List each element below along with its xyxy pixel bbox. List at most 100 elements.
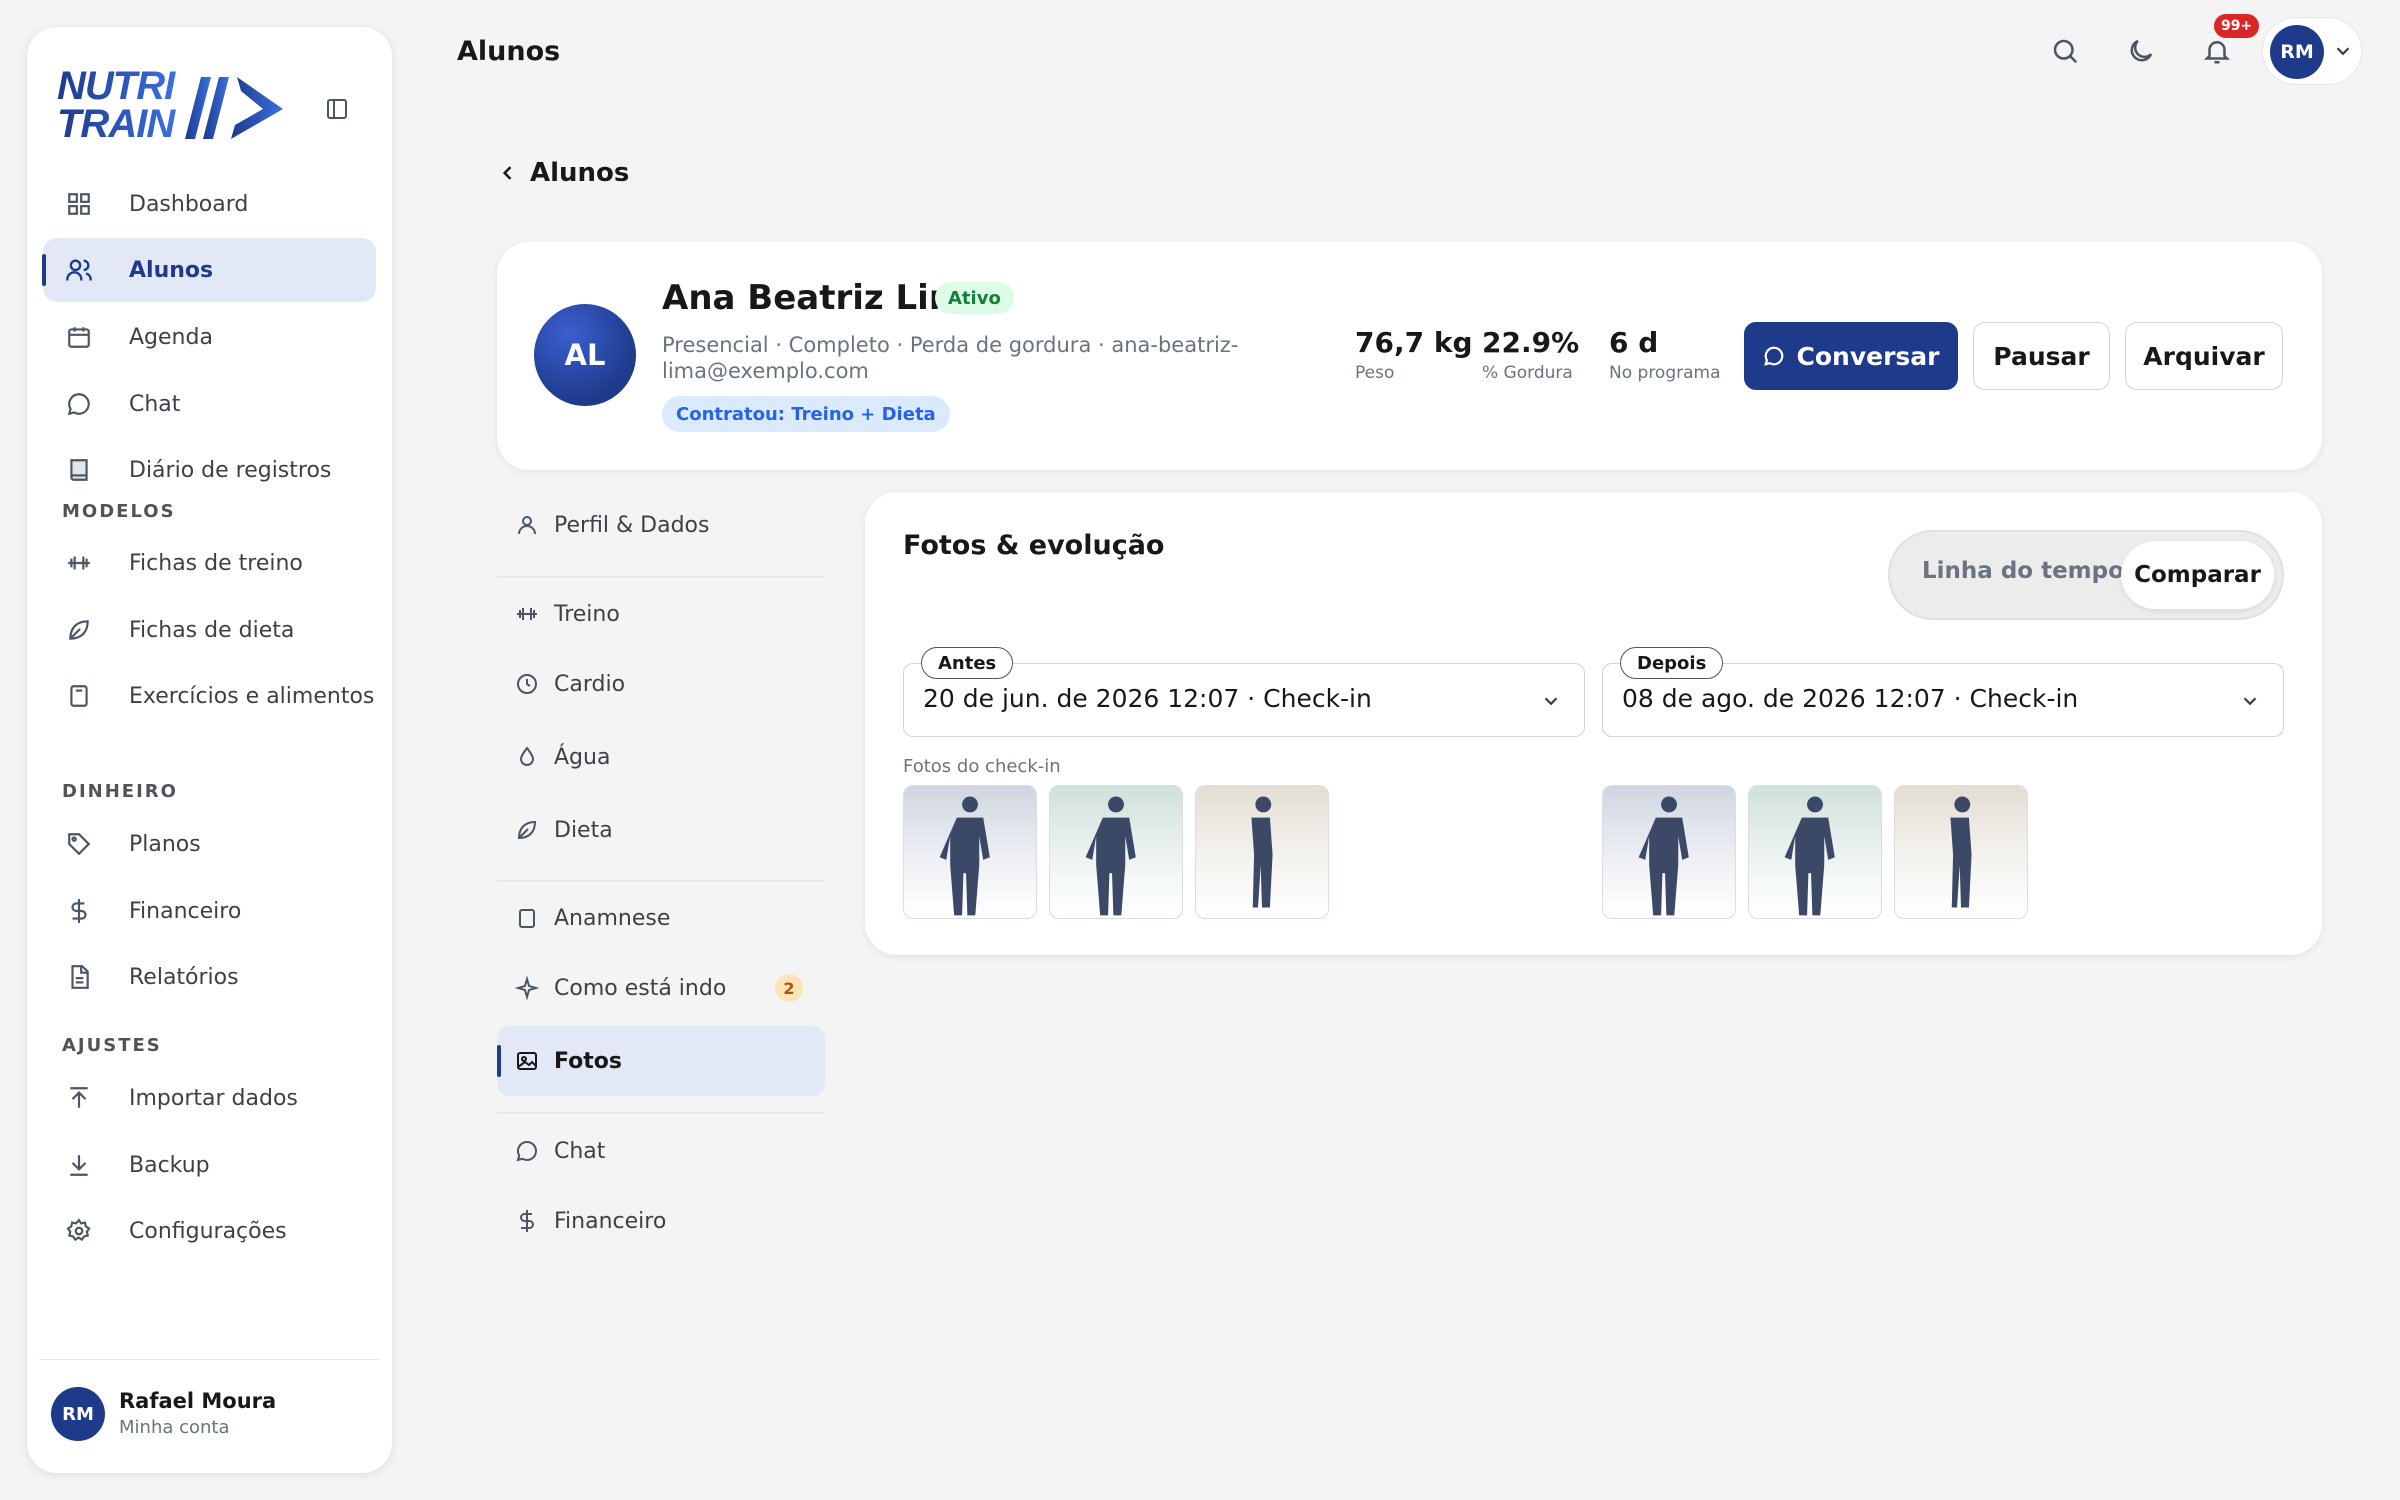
dollar-icon [515, 1209, 539, 1233]
pause-button[interactable]: Pausar [1973, 322, 2110, 390]
sidebar-item-importar[interactable]: Importar dados [43, 1066, 376, 1130]
sidebar-item-label: Dashboard [129, 191, 249, 217]
dumbbell-icon [515, 602, 539, 626]
sidebar-toggle-icon[interactable] [325, 97, 349, 121]
sidebar-item-label: Exercícios e alimentos [129, 683, 375, 709]
chevron-down-icon [2332, 40, 2354, 62]
clipboard-icon [64, 681, 94, 711]
tab-dieta[interactable]: Dieta [497, 795, 825, 865]
clock-icon [515, 672, 539, 696]
sidebar-item-label: Fichas de dieta [129, 617, 295, 643]
before-photo-side[interactable] [1195, 785, 1329, 919]
sidebar-item-fichas-treino[interactable]: Fichas de treino [43, 531, 376, 595]
stat-weight: 76,7 kg Peso [1355, 326, 1473, 383]
dumbbell-icon [64, 548, 94, 578]
moon-icon[interactable] [2126, 36, 2158, 68]
tab-label: Anamnese [554, 905, 671, 931]
timeline-toggle[interactable]: Linha do tempo [1922, 558, 2124, 584]
nutritrain-logo[interactable]: NUTRI TRAIN [51, 47, 311, 147]
tab-perfil[interactable]: Perfil & Dados [497, 490, 825, 560]
divider [497, 1112, 825, 1114]
sidebar-item-label: Configurações [129, 1218, 287, 1244]
after-photo-front[interactable] [1602, 785, 1736, 919]
user-icon [515, 513, 539, 537]
select-value: 08 de ago. de 2026 12:07 · Check-in [1622, 684, 2079, 713]
tab-financeiro[interactable]: Financeiro [497, 1186, 825, 1256]
sidebar-item-label: Agenda [129, 324, 213, 350]
tab-label: Chat [554, 1138, 606, 1164]
tab-anamnese[interactable]: Anamnese [497, 883, 825, 953]
account-menu-button[interactable]: RM [2262, 17, 2362, 85]
chat-icon [515, 1139, 539, 1163]
sidebar-item-label: Chat [129, 391, 181, 417]
sidebar-footer-divider [39, 1359, 379, 1360]
image-icon [515, 1049, 539, 1073]
after-checkin-select[interactable]: Depois 08 de ago. de 2026 12:07 · Check-… [1602, 647, 2284, 737]
sidebar-item-fichas-dieta[interactable]: Fichas de dieta [43, 598, 376, 662]
chevron-left-icon [502, 166, 512, 180]
sidebar-item-backup[interactable]: Backup [43, 1133, 376, 1197]
sidebar-item-label: Diário de registros [129, 457, 332, 483]
avatar[interactable]: RM [51, 1387, 105, 1441]
tab-cardio[interactable]: Cardio [497, 649, 825, 719]
sparkle-icon [515, 976, 539, 1000]
tab-label: Financeiro [554, 1208, 667, 1234]
sidebar: NUTRI TRAIN Dashboard Alunos Agenda Chat… [27, 27, 392, 1473]
bell-icon[interactable] [2202, 36, 2234, 68]
leaf-icon [64, 615, 94, 645]
section-label-modelos: MODELOS [62, 501, 176, 522]
sidebar-item-label: Importar dados [129, 1085, 298, 1111]
calendar-icon [64, 322, 94, 352]
before-photo-back[interactable] [1049, 785, 1183, 919]
after-photo-back[interactable] [1748, 785, 1882, 919]
archive-button[interactable]: Arquivar [2125, 322, 2283, 390]
after-tag: Depois [1620, 647, 1724, 679]
sidebar-item-alunos[interactable]: Alunos [42, 238, 376, 302]
clipboard-icon [515, 906, 539, 930]
sidebar-item-label: Fichas de treino [129, 550, 303, 576]
sidebar-item-agenda[interactable]: Agenda [43, 305, 376, 369]
tab-como-esta-indo[interactable]: Como está indo 2 [497, 953, 825, 1023]
sidebar-item-diario[interactable]: Diário de registros [43, 438, 376, 502]
checkin-photos-label: Fotos do check-in [903, 756, 1061, 777]
student-meta: Presencial · Completo · Perda de gordura… [662, 333, 1239, 383]
divider [497, 576, 825, 578]
stat-value: 6 d [1609, 326, 1659, 359]
stat-body-fat: 22.9% % Gordura [1482, 326, 1579, 383]
tab-treino[interactable]: Treino [497, 579, 825, 649]
chat-button[interactable]: Conversar [1744, 322, 1958, 390]
book-icon [64, 455, 94, 485]
tag-icon [64, 829, 94, 859]
compare-toggle[interactable]: Comparar [2121, 541, 2274, 609]
sidebar-item-exercicios[interactable]: Exercícios e alimentos [43, 664, 376, 728]
gear-icon [64, 1216, 94, 1246]
sidebar-item-planos[interactable]: Planos [43, 812, 376, 876]
tab-label: Água [554, 744, 611, 770]
sidebar-item-label: Backup [129, 1152, 210, 1178]
avatar: AL [534, 304, 636, 406]
section-title: Fotos & evolução [903, 530, 1165, 561]
notification-badge: 99+ [2214, 14, 2260, 38]
search-icon[interactable] [2050, 36, 2082, 68]
sidebar-item-chat[interactable]: Chat [43, 372, 376, 436]
sidebar-item-label: Financeiro [129, 898, 242, 924]
dashboard-icon [64, 189, 94, 219]
before-photo-front[interactable] [903, 785, 1037, 919]
tab-agua[interactable]: Água [497, 722, 825, 792]
contract-badge: Contratou: Treino + Dieta [662, 396, 950, 432]
student-profile-card: AL Ana Beatriz Lima Ativo Presencial · C… [497, 242, 2322, 470]
user-name[interactable]: Rafael Moura [119, 1389, 276, 1413]
sidebar-item-configuracoes[interactable]: Configurações [43, 1199, 376, 1263]
sidebar-item-relatorios[interactable]: Relatórios [43, 945, 376, 1009]
sidebar-item-dashboard[interactable]: Dashboard [43, 172, 376, 236]
select-value: 20 de jun. de 2026 12:07 · Check-in [923, 684, 1372, 713]
view-toggle: Linha do tempo Comparar [1888, 530, 2284, 620]
after-photo-side[interactable] [1894, 785, 2028, 919]
sidebar-item-financeiro[interactable]: Financeiro [43, 879, 376, 943]
user-subtitle[interactable]: Minha conta [119, 1417, 230, 1438]
before-checkin-select[interactable]: Antes 20 de jun. de 2026 12:07 · Check-i… [903, 647, 1585, 737]
stat-label: Peso [1355, 363, 1395, 383]
tab-chat[interactable]: Chat [497, 1116, 825, 1186]
tab-fotos[interactable]: Fotos [497, 1026, 825, 1096]
back-link[interactable]: Alunos [498, 158, 629, 188]
